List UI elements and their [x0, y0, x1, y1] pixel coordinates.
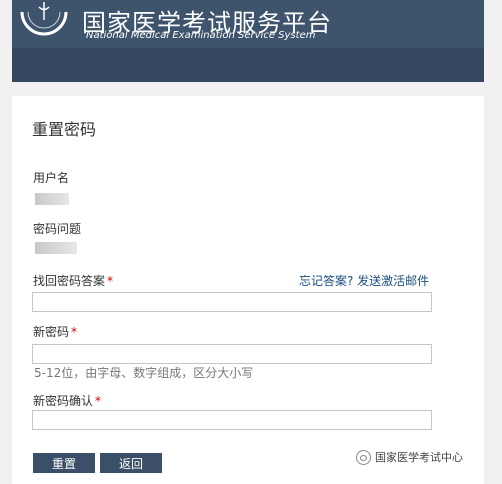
- confirm-password-input[interactable]: [32, 410, 432, 430]
- reset-password-panel: 重置密码 用户名 密码问题 找回密码答案 * 忘记答案? 发送激活邮件 新密码 * …: [12, 96, 484, 484]
- required-mark: *: [95, 394, 102, 408]
- watermark-text: 国家医学考试中心: [375, 451, 463, 464]
- new-password-label: 新密码 *: [33, 325, 78, 339]
- wechat-icon: [356, 449, 371, 465]
- page-title: 重置密码: [32, 120, 97, 139]
- forgot-answer-link[interactable]: 忘记答案? 发送激活邮件: [299, 272, 429, 289]
- question-value-redacted: [35, 242, 77, 254]
- required-mark: *: [71, 325, 78, 339]
- back-button[interactable]: 返回: [100, 453, 162, 473]
- reset-button[interactable]: 重置: [33, 453, 95, 473]
- password-hint: 5-12位，由字母、数字组成，区分大小写: [34, 366, 254, 380]
- watermark: 国家医学考试中心: [356, 449, 463, 465]
- required-mark: *: [107, 274, 114, 288]
- header-nav-band: [12, 48, 484, 82]
- logo-emblem-icon: [20, 2, 68, 36]
- confirm-password-label: 新密码确认 *: [33, 394, 102, 408]
- new-password-input[interactable]: [32, 344, 432, 364]
- site-subtitle: National Medical Examination Service Sys…: [86, 30, 316, 41]
- username-label: 用户名: [33, 171, 70, 185]
- username-value-redacted: [35, 193, 69, 205]
- answer-input[interactable]: [32, 292, 432, 312]
- site-header: 国家医学考试服务平台 National Medical Examination …: [12, 0, 484, 82]
- answer-label: 找回密码答案 *: [33, 274, 114, 288]
- question-label: 密码问题: [33, 222, 82, 236]
